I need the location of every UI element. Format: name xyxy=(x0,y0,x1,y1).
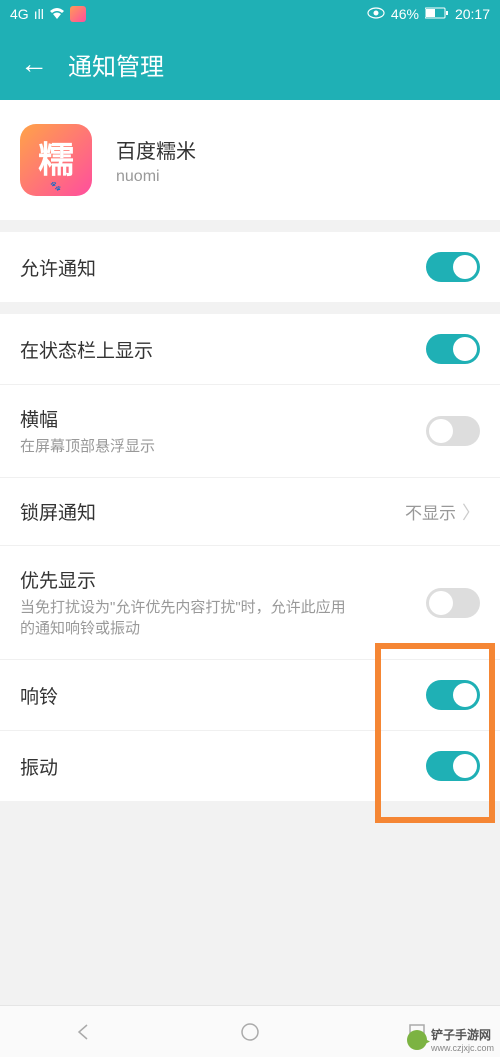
priority-row[interactable]: 优先显示 当免打扰设为"允许优先内容打扰"时，允许此应用的通知响铃或振动 xyxy=(0,546,500,660)
banner-desc: 在屏幕顶部悬浮显示 xyxy=(20,436,426,457)
ring-row[interactable]: 响铃 xyxy=(0,660,500,731)
wifi-icon xyxy=(49,6,65,22)
watermark-url: www.czjxjc.com xyxy=(431,1043,494,1053)
eye-icon xyxy=(367,6,385,22)
battery-icon xyxy=(425,6,449,22)
battery-pct: 46% xyxy=(391,6,419,22)
time: 20:17 xyxy=(455,6,490,22)
priority-desc: 当免打扰设为"允许优先内容打扰"时，允许此应用的通知响铃或振动 xyxy=(20,597,360,639)
app-status-icon xyxy=(70,6,86,22)
vibrate-label: 振动 xyxy=(20,753,426,780)
vibrate-row[interactable]: 振动 xyxy=(0,731,500,801)
lock-screen-row[interactable]: 锁屏通知 不显示 〉 xyxy=(0,478,500,546)
status-bar: 4G ıll 46% 20:17 xyxy=(0,0,500,28)
allow-notifications-toggle[interactable] xyxy=(426,252,480,282)
nav-back-icon[interactable] xyxy=(71,1020,95,1044)
allow-notifications-row[interactable]: 允许通知 xyxy=(0,232,500,302)
watermark-brand: 铲子手游网 xyxy=(431,1026,494,1043)
status-right: 46% 20:17 xyxy=(367,6,490,22)
priority-label: 优先显示 xyxy=(20,566,360,593)
ring-toggle[interactable] xyxy=(426,680,480,710)
chevron-right-icon: 〉 xyxy=(462,499,480,525)
lock-screen-label: 锁屏通知 xyxy=(20,498,405,525)
app-id: nuomi xyxy=(116,168,196,186)
app-name: 百度糯米 xyxy=(116,135,196,164)
page-title: 通知管理 xyxy=(68,47,164,82)
priority-toggle[interactable] xyxy=(426,588,480,618)
lock-screen-value: 不显示 xyxy=(405,499,456,524)
watermark: 铲子手游网 www.czjxjc.com xyxy=(407,1026,494,1053)
back-button[interactable]: ← xyxy=(20,48,48,80)
status-left: 4G ıll xyxy=(10,6,86,22)
signal-icon: 4G xyxy=(10,6,29,22)
status-bar-row[interactable]: 在状态栏上显示 xyxy=(0,314,500,385)
allow-notifications-label: 允许通知 xyxy=(20,254,426,281)
status-bar-toggle[interactable] xyxy=(426,334,480,364)
nav-home-icon[interactable] xyxy=(238,1020,262,1044)
vibrate-toggle[interactable] xyxy=(426,751,480,781)
banner-label: 横幅 xyxy=(20,405,426,432)
banner-toggle[interactable] xyxy=(426,416,480,446)
ring-label: 响铃 xyxy=(20,682,426,709)
status-bar-label: 在状态栏上显示 xyxy=(20,336,426,363)
signal-bars-icon: ıll xyxy=(34,6,44,22)
header: ← 通知管理 xyxy=(0,28,500,100)
app-info: 糯 🐾 百度糯米 nuomi xyxy=(0,100,500,220)
banner-row[interactable]: 横幅 在屏幕顶部悬浮显示 xyxy=(0,385,500,478)
app-icon: 糯 🐾 xyxy=(20,124,92,196)
watermark-logo-icon xyxy=(407,1030,427,1050)
